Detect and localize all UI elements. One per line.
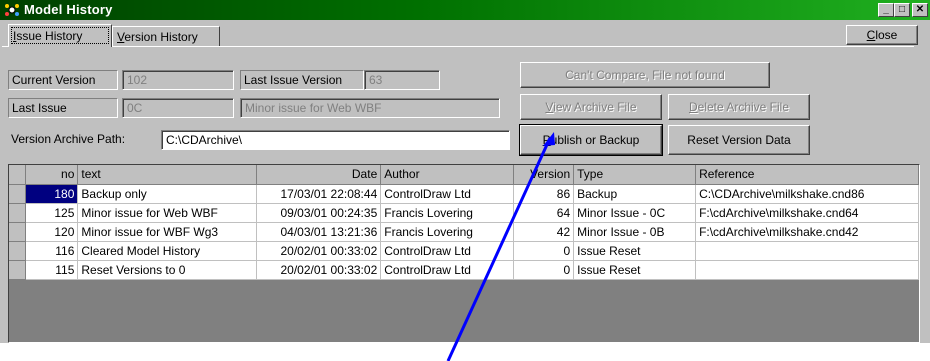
cell-type[interactable]: Issue Reset (573, 260, 697, 280)
cell-text[interactable]: Minor issue for WBF Wg3 (77, 222, 258, 242)
table-row[interactable]: 125 Minor issue for Web WBF 09/03/01 00:… (9, 203, 919, 223)
cell-reference[interactable]: F:\cdArchive\milkshake.cnd64 (695, 203, 919, 223)
table-header: no text Date Author Version Type Referen… (9, 165, 919, 185)
last-issue-version-field[interactable]: 63 (364, 70, 440, 90)
cell-reference[interactable]: F:\cdArchive\milkshake.cnd42 (695, 222, 919, 242)
row-indicator[interactable] (9, 241, 27, 261)
column-header-author[interactable]: Author (380, 165, 515, 185)
row-indicator[interactable] (9, 203, 27, 223)
cell-date[interactable]: 09/03/01 00:24:35 (256, 203, 382, 223)
cell-author[interactable]: Francis Lovering (380, 203, 515, 223)
publish-label: ublish or Backup (550, 133, 640, 147)
publish-mnemonic: P (542, 133, 551, 147)
cell-author[interactable]: ControlDraw Ltd (380, 184, 515, 204)
cell-version[interactable]: 42 (513, 222, 575, 242)
delete-archive-file-button[interactable]: Delete Archive File (668, 94, 810, 120)
cell-author[interactable]: Francis Lovering (380, 222, 515, 242)
row-indicator[interactable] (9, 184, 27, 204)
row-indicator[interactable] (9, 222, 27, 242)
cell-date[interactable]: 20/02/01 00:33:02 (256, 241, 382, 261)
minimize-button[interactable]: _ (878, 3, 894, 17)
close-window-button[interactable]: ✕ (912, 3, 928, 17)
cell-no[interactable]: 120 (25, 222, 79, 242)
cell-reference[interactable]: C:\CDArchive\milkshake.cnd86 (695, 184, 919, 204)
cell-reference[interactable] (695, 241, 919, 261)
tab-divider (2, 46, 914, 47)
column-header-date[interactable]: Date (256, 165, 382, 185)
cell-version[interactable]: 0 (513, 260, 575, 280)
cell-version[interactable]: 86 (513, 184, 575, 204)
header-row-indicator (9, 165, 27, 185)
last-issue-description-field[interactable]: Minor issue for Web WBF (240, 98, 500, 118)
last-issue-field[interactable]: 0C (122, 98, 234, 118)
tab-issue-history-label: ssue History (16, 29, 83, 43)
delete-archive-label: elete Archive File (697, 100, 790, 114)
cell-no[interactable]: 115 (25, 260, 79, 280)
archive-path-input[interactable]: C:\CDArchive\ (161, 130, 510, 150)
cell-date[interactable]: 17/03/01 22:08:44 (256, 184, 382, 204)
issue-history-grid[interactable]: no text Date Author Version Type Referen… (8, 164, 920, 343)
reset-version-data-button[interactable]: Reset Version Data (668, 125, 810, 155)
column-header-text[interactable]: text (77, 165, 258, 185)
column-header-version[interactable]: Version (513, 165, 575, 185)
table-row[interactable]: 120 Minor issue for WBF Wg3 04/03/01 13:… (9, 222, 919, 242)
cell-reference[interactable] (695, 260, 919, 280)
table-row[interactable]: 115 Reset Versions to 0 20/02/01 00:33:0… (9, 260, 919, 280)
current-version-label: Current Version (8, 70, 118, 90)
cell-text[interactable]: Reset Versions to 0 (77, 260, 258, 280)
cell-text[interactable]: Cleared Model History (77, 241, 258, 261)
column-header-reference[interactable]: Reference (695, 165, 919, 185)
cell-no[interactable]: 180 (25, 184, 79, 204)
tab-version-history-label: ersion History (124, 30, 198, 44)
cell-type[interactable]: Backup (573, 184, 697, 204)
table-row[interactable]: 180 Backup only 17/03/01 22:08:44 Contro… (9, 184, 919, 204)
window-title: Model History (24, 2, 113, 17)
table-row[interactable]: 116 Cleared Model History 20/02/01 00:33… (9, 241, 919, 261)
cell-author[interactable]: ControlDraw Ltd (380, 241, 515, 261)
model-history-icon (5, 4, 19, 16)
issue-history-table: no text Date Author Version Type Referen… (9, 165, 919, 280)
column-header-no[interactable]: no (25, 165, 79, 185)
view-archive-file-button[interactable]: View Archive File (520, 94, 662, 120)
cell-no[interactable]: 116 (25, 241, 79, 261)
last-issue-label: Last Issue (8, 98, 118, 118)
cell-author[interactable]: ControlDraw Ltd (380, 260, 515, 280)
cell-type[interactable]: Minor Issue - 0C (573, 203, 697, 223)
current-version-field[interactable]: 102 (122, 70, 234, 90)
cell-no[interactable]: 125 (25, 203, 79, 223)
model-history-window: Model History _ □ ✕ Issue History Versio… (0, 0, 930, 343)
cell-version[interactable]: 64 (513, 203, 575, 223)
cell-text[interactable]: Backup only (77, 184, 258, 204)
compare-button[interactable]: Can't Compare, File not found (520, 62, 770, 88)
cell-text[interactable]: Minor issue for Web WBF (77, 203, 258, 223)
column-header-type[interactable]: Type (573, 165, 697, 185)
row-indicator[interactable] (9, 260, 27, 280)
last-issue-version-label: Last Issue Version (240, 70, 364, 90)
cell-type[interactable]: Issue Reset (573, 241, 697, 261)
close-button[interactable]: Close (846, 25, 918, 45)
archive-path-label: Version Archive Path: (11, 132, 126, 146)
title-bar: Model History _ □ ✕ (0, 0, 930, 20)
close-button-label: lose (875, 28, 898, 42)
cell-date[interactable]: 04/03/01 13:21:36 (256, 222, 382, 242)
delete-archive-mnemonic: D (688, 100, 698, 114)
cell-date[interactable]: 20/02/01 00:33:02 (256, 260, 382, 280)
cell-type[interactable]: Minor Issue - 0B (573, 222, 697, 242)
tab-issue-history[interactable]: Issue History (8, 24, 112, 47)
cell-version[interactable]: 0 (513, 241, 575, 261)
publish-or-backup-button[interactable]: Publish or Backup (519, 124, 663, 156)
view-archive-label: iew Archive File (553, 100, 637, 114)
tab-version-history[interactable]: Version History (112, 26, 220, 46)
maximize-button[interactable]: □ (894, 3, 910, 17)
